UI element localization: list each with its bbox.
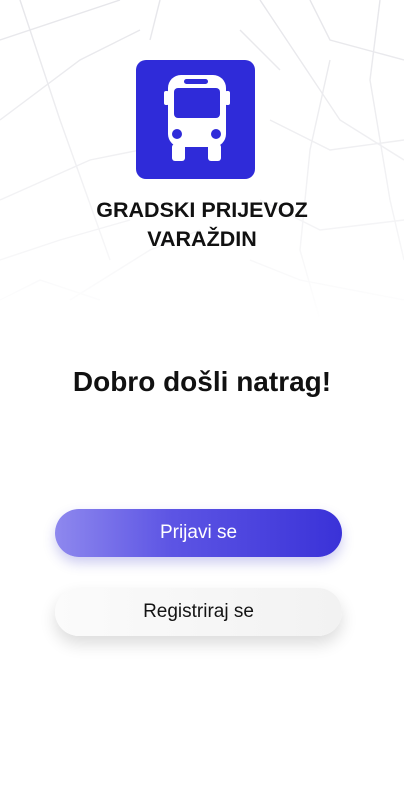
register-button[interactable]: Registriraj se bbox=[55, 588, 342, 636]
app-logo bbox=[136, 60, 255, 179]
app-title: GRADSKI PRIJEVOZ VARAŽDIN bbox=[0, 196, 404, 254]
welcome-heading: Dobro došli natrag! bbox=[72, 366, 332, 397]
login-button[interactable]: Prijavi se bbox=[55, 509, 342, 557]
app-title-line2: VARAŽDIN bbox=[147, 227, 257, 251]
app-title-line1: GRADSKI PRIJEVOZ bbox=[96, 198, 308, 222]
bus-icon bbox=[164, 75, 230, 161]
